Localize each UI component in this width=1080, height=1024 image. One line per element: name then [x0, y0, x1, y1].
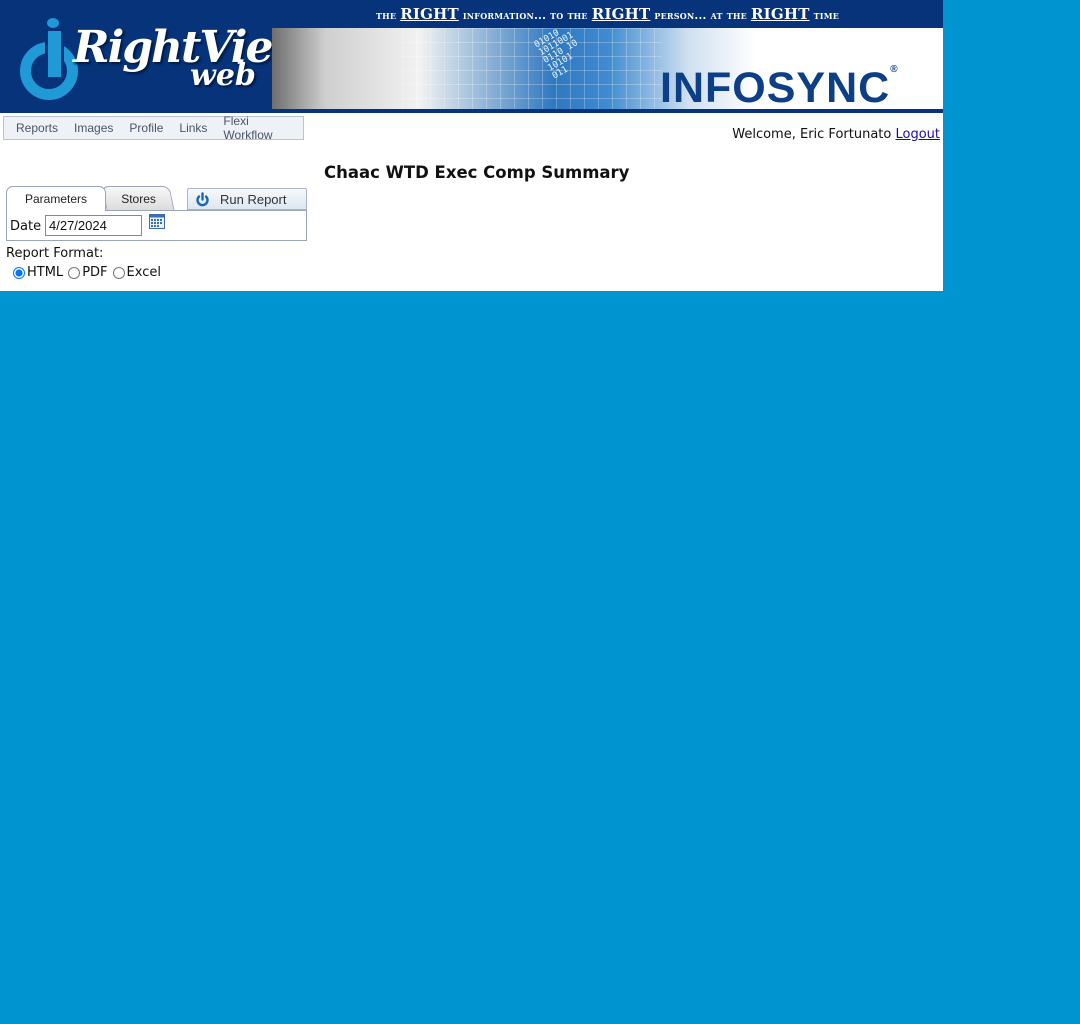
date-label: Date: [10, 219, 42, 234]
format-option-excel[interactable]: Excel: [112, 265, 161, 280]
run-report-button[interactable]: Run Report: [187, 188, 307, 210]
tab-parameters-label: Parameters: [24, 192, 88, 206]
logo-subtext: web: [190, 58, 256, 93]
welcome-area: Welcome, Eric Fortunato Logout: [732, 127, 940, 142]
report-format-options: HTML PDF Excel: [13, 265, 166, 280]
menu-item-images[interactable]: Images: [66, 121, 121, 135]
rightview-logo: RightView web: [18, 18, 309, 108]
logo-dot: [47, 18, 59, 28]
tagline-part: person... at the: [650, 9, 751, 22]
tagline-part: time: [809, 9, 840, 22]
header: RightView web the RIGHT information... t…: [0, 0, 943, 113]
power-icon: [195, 191, 210, 207]
main-menu: Reports Images Profile Links Flexi Workf…: [3, 114, 304, 142]
format-option-pdf-label: PDF: [82, 265, 108, 280]
logout-link[interactable]: Logout: [895, 127, 940, 142]
format-radio-html[interactable]: [13, 266, 25, 279]
tagline: the RIGHT information... to the RIGHT pe…: [272, 5, 943, 23]
report-title: Chaac WTD Exec Comp Summary: [324, 163, 630, 182]
menu-item-profile[interactable]: Profile: [121, 121, 171, 135]
tab-parameters[interactable]: Parameters: [6, 186, 106, 211]
content-panel: Reports Images Profile Links Flexi Workf…: [0, 113, 943, 291]
date-input[interactable]: [45, 215, 142, 236]
format-option-html[interactable]: HTML: [13, 265, 63, 280]
logo-stem: [45, 28, 64, 80]
calendar-icon[interactable]: [149, 214, 165, 229]
format-option-pdf[interactable]: PDF: [68, 265, 108, 280]
menu-item-flexi-workflow[interactable]: Flexi Workflow: [215, 114, 303, 142]
tab-stores-label: Stores: [120, 191, 156, 206]
tagline-part: the: [375, 9, 401, 22]
tab-stores[interactable]: Stores: [101, 186, 175, 210]
run-report-label: Run Report: [220, 191, 287, 207]
tagline-part: information... to the: [458, 9, 592, 22]
report-format-label: Report Format:: [6, 246, 104, 261]
welcome-text: Welcome, Eric Fortunato: [732, 127, 892, 142]
format-radio-pdf[interactable]: [68, 266, 81, 279]
menu-item-links[interactable]: Links: [171, 121, 215, 135]
infosync-logo: INFOSYNC®: [660, 64, 899, 109]
infosync-banner: 01010 1011001 0110 10 10101 011 INFOSYNC…: [272, 28, 943, 109]
tagline-right: RIGHT: [591, 5, 651, 23]
tagline-right: RIGHT: [750, 5, 810, 23]
format-option-html-label: HTML: [27, 265, 64, 280]
globe-grid: [402, 28, 662, 109]
parameters-panel: Date: [6, 210, 307, 241]
menu-item-reports[interactable]: Reports: [4, 121, 66, 135]
tagline-right: RIGHT: [400, 5, 459, 23]
format-option-excel-label: Excel: [126, 265, 161, 280]
format-radio-excel[interactable]: [112, 266, 125, 279]
